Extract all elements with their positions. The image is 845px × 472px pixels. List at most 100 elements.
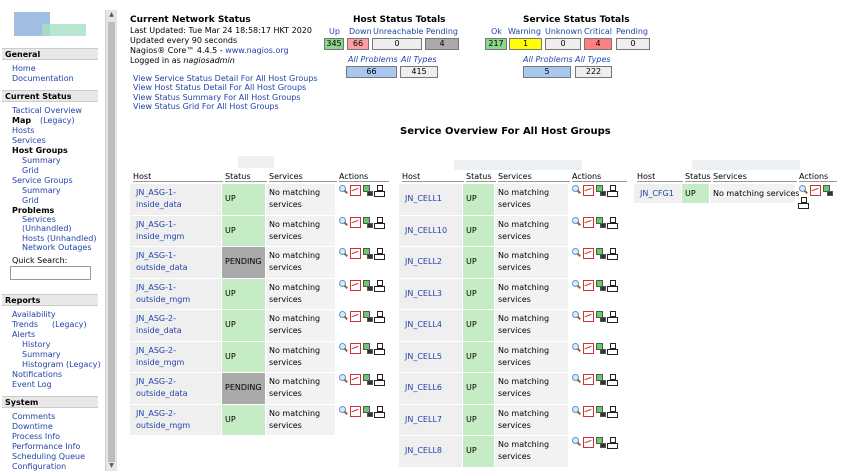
nav-alerts-histogram[interactable]: Histogram (Legacy)	[22, 360, 101, 370]
nav-host-groups[interactable]: Host Groups	[12, 146, 68, 156]
host-detail-icon[interactable]	[571, 185, 582, 196]
host-detail-icon[interactable]	[571, 405, 582, 417]
svc-total-critical[interactable]: 4	[584, 38, 612, 50]
network-map-icon[interactable]	[374, 405, 385, 418]
status-map-icon[interactable]	[362, 279, 373, 291]
nav-servicegroups-grid[interactable]: Grid	[22, 196, 39, 206]
network-map-icon[interactable]	[374, 248, 385, 260]
scroll-down-icon[interactable]: ▼	[108, 462, 115, 470]
svc-total-warning[interactable]: 1	[509, 38, 542, 50]
host-detail-icon[interactable]	[571, 248, 582, 259]
svc-label-critical[interactable]: Critical	[584, 27, 612, 36]
performance-graph-icon[interactable]	[350, 279, 361, 291]
network-map-icon[interactable]	[607, 311, 618, 323]
nav-alerts[interactable]: Alerts	[12, 330, 35, 340]
svc-all-types-label[interactable]: All Types	[575, 55, 611, 64]
nav-scheduling-queue[interactable]: Scheduling Queue	[12, 452, 85, 462]
status-map-icon[interactable]	[595, 342, 606, 354]
performance-graph-icon[interactable]	[350, 248, 361, 259]
host-detail-icon[interactable]	[338, 405, 349, 417]
performance-graph-icon[interactable]	[583, 311, 594, 322]
nav-map-legacy[interactable]: (Legacy)	[40, 116, 75, 126]
status-map-icon[interactable]	[595, 185, 606, 196]
svc-label-ok[interactable]: Ok	[491, 27, 502, 36]
status-map-icon[interactable]	[362, 311, 373, 322]
host-detail-icon[interactable]	[338, 216, 349, 228]
host-link[interactable]: JN_ASG-2- inside_data	[130, 310, 221, 341]
svc-all-types[interactable]: 222	[575, 66, 612, 78]
host-label-up[interactable]: Up	[329, 27, 340, 36]
status-map-icon[interactable]	[362, 405, 373, 417]
performance-graph-icon[interactable]	[583, 185, 594, 196]
host-link[interactable]: JN_CELL5	[399, 341, 462, 372]
host-detail-icon[interactable]	[571, 437, 582, 448]
status-map-icon[interactable]	[595, 279, 606, 291]
host-detail-icon[interactable]	[571, 279, 582, 291]
status-map-icon[interactable]	[595, 374, 606, 385]
host-detail-icon[interactable]	[338, 279, 349, 291]
nav-event-log[interactable]: Event Log	[12, 380, 52, 390]
nav-alerts-summary[interactable]: Summary	[22, 350, 61, 360]
nav-downtime[interactable]: Downtime	[12, 422, 53, 432]
nav-servicegroups-summary[interactable]: Summary	[22, 186, 61, 196]
host-total-pending[interactable]: 4	[425, 38, 459, 50]
host-detail-icon[interactable]	[571, 216, 582, 228]
host-link[interactable]: JN_CELL2	[399, 247, 462, 278]
host-total-unreachable[interactable]: 0	[372, 38, 422, 50]
network-map-icon[interactable]	[607, 374, 618, 386]
svc-label-pending[interactable]: Pending	[616, 27, 648, 36]
host-all-types[interactable]: 415	[400, 66, 438, 78]
host-all-types-label[interactable]: All Types	[401, 55, 437, 64]
host-detail-icon[interactable]	[571, 342, 582, 354]
svc-label-warning[interactable]: Warning	[508, 27, 541, 36]
scroll-up-icon[interactable]: ▲	[108, 11, 115, 19]
status-map-icon[interactable]	[362, 374, 373, 385]
nav-trends[interactable]: Trends	[12, 320, 38, 330]
performance-graph-icon[interactable]	[350, 311, 361, 322]
link-status-grid[interactable]: View Status Grid For All Host Groups	[133, 102, 279, 111]
performance-graph-icon[interactable]	[350, 374, 361, 385]
host-all-problems-label[interactable]: All Problems	[348, 55, 398, 64]
host-link[interactable]: JN_CELL7	[399, 404, 462, 435]
nav-map[interactable]: Map	[12, 116, 31, 126]
status-map-icon[interactable]	[362, 248, 373, 259]
host-detail-icon[interactable]	[571, 374, 582, 385]
host-label-pending[interactable]: Pending	[426, 27, 458, 36]
host-link[interactable]: JN_CELL8	[399, 436, 462, 467]
host-link[interactable]: JN_CELL10	[399, 215, 462, 246]
performance-graph-icon[interactable]	[350, 405, 361, 417]
network-map-icon[interactable]	[607, 405, 618, 418]
host-link[interactable]: JN_CELL6	[399, 373, 462, 404]
host-link[interactable]: JN_ASG-2- outside_mgm	[130, 404, 221, 435]
status-map-icon[interactable]	[595, 248, 606, 259]
network-map-icon[interactable]	[374, 185, 385, 197]
host-total-up[interactable]: 345	[324, 38, 344, 50]
nav-services[interactable]: Services	[12, 136, 46, 146]
nav-performance-info[interactable]: Performance Info	[12, 442, 80, 452]
status-map-icon[interactable]	[362, 185, 373, 196]
network-map-icon[interactable]	[374, 279, 385, 292]
performance-graph-icon[interactable]	[583, 279, 594, 291]
nav-hostgroups-summary[interactable]: Summary	[22, 156, 61, 166]
network-map-icon[interactable]	[607, 437, 618, 449]
performance-graph-icon[interactable]	[583, 374, 594, 385]
performance-graph-icon[interactable]	[810, 185, 821, 196]
host-link[interactable]: JN_ASG-1- inside_data	[130, 184, 221, 215]
network-map-icon[interactable]	[607, 279, 618, 292]
performance-graph-icon[interactable]	[583, 342, 594, 354]
link-status-summary[interactable]: View Status Summary For All Host Groups	[133, 93, 301, 102]
network-map-icon[interactable]	[607, 248, 618, 260]
svc-all-problems[interactable]: 5	[523, 66, 571, 78]
performance-graph-icon[interactable]	[350, 185, 361, 196]
host-link[interactable]: JN_ASG-1- inside_mgm	[130, 215, 221, 246]
status-map-icon[interactable]	[595, 216, 606, 228]
nav-hostgroups-grid[interactable]: Grid	[22, 166, 39, 176]
link-service-status-detail[interactable]: View Service Status Detail For All Host …	[133, 74, 318, 83]
host-detail-icon[interactable]	[798, 185, 809, 196]
status-map-icon[interactable]	[595, 437, 606, 448]
website-link[interactable]: www.nagios.org	[225, 46, 288, 55]
scrollbar-thumb[interactable]	[108, 22, 115, 462]
svc-total-pending[interactable]: 0	[616, 38, 650, 50]
host-all-problems[interactable]: 66	[346, 66, 397, 78]
link-host-status-detail[interactable]: View Host Status Detail For All Host Gro…	[133, 83, 306, 92]
